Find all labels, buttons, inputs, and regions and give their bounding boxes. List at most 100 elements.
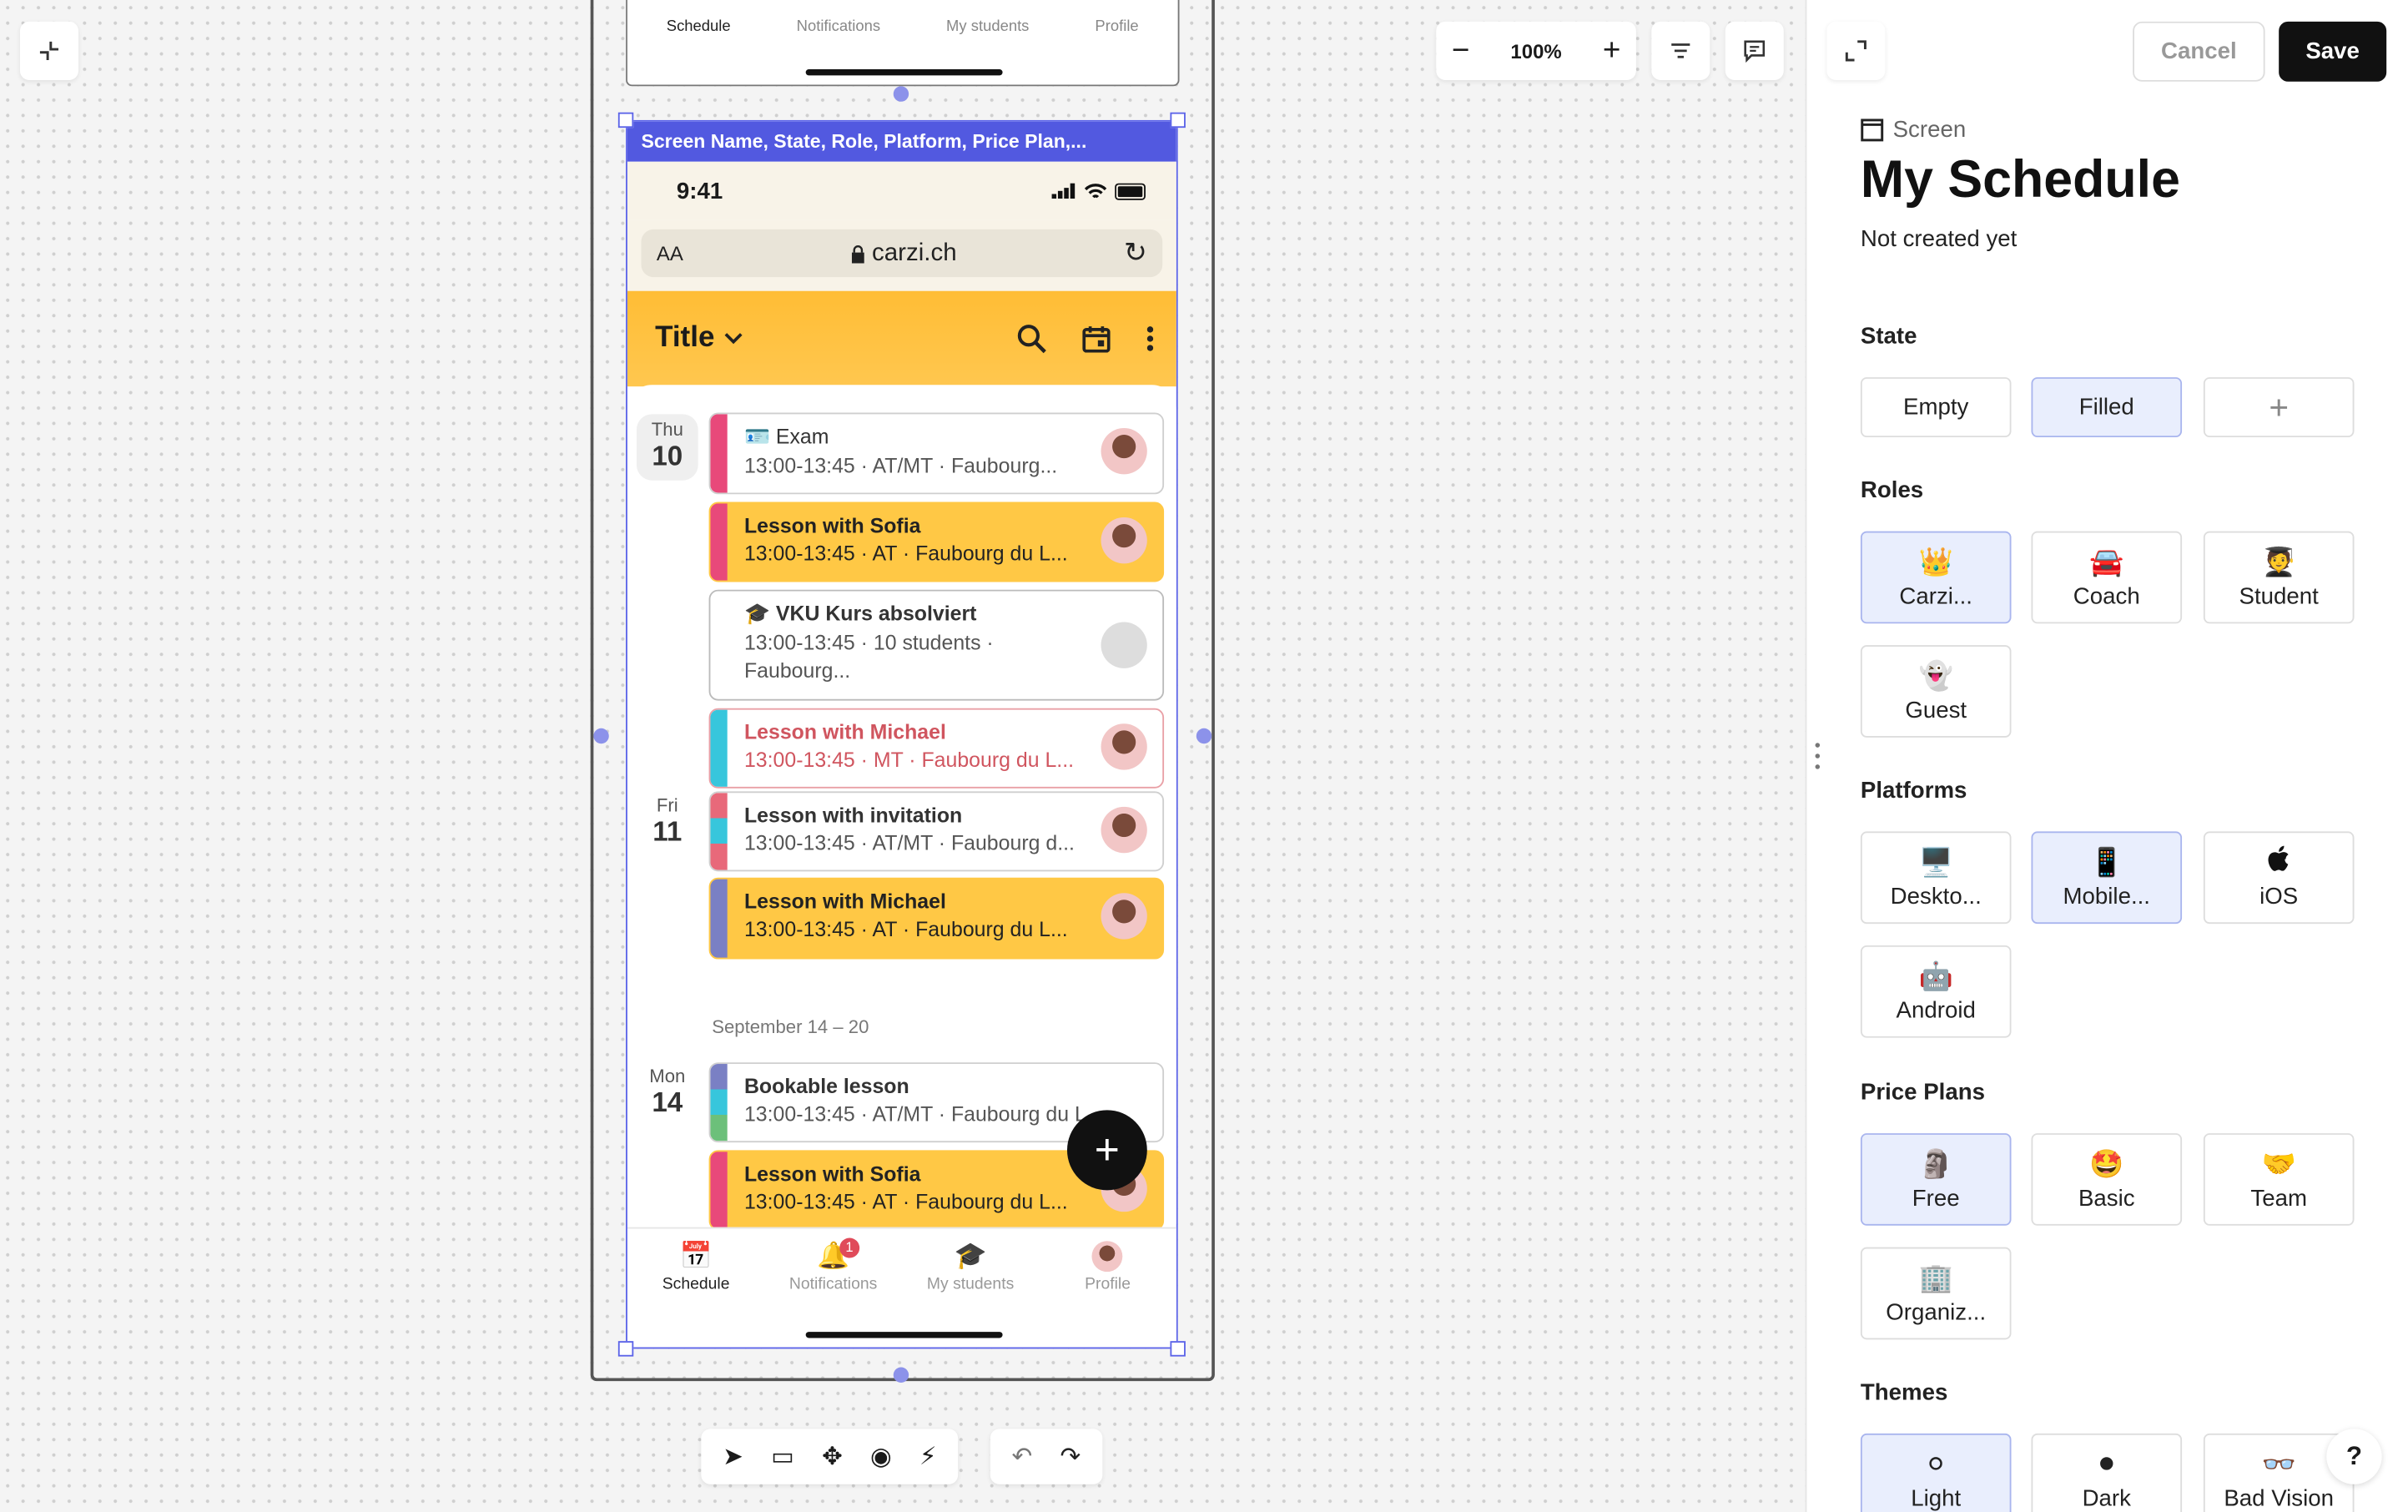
exam-icon: 🪪	[743, 425, 770, 448]
expand-icon[interactable]	[1826, 21, 1886, 80]
avatar	[1101, 806, 1147, 854]
student-icon: 🧑‍🎓	[2261, 546, 2296, 577]
state-tool-icon[interactable]: ◉	[870, 1441, 892, 1472]
theme-dark[interactable]: ⚫ Dark	[2031, 1433, 2183, 1512]
theme-light[interactable]: ⚪ Light	[1860, 1433, 2012, 1512]
plus-icon: +	[2269, 387, 2290, 426]
option-label: Basic	[2078, 1184, 2135, 1212]
resize-handle-tl[interactable]	[617, 112, 634, 129]
resize-handle-tr[interactable]	[1170, 112, 1186, 129]
redo-icon[interactable]: ↷	[1060, 1441, 1081, 1472]
option-label: Organiz...	[1886, 1298, 1987, 1325]
role-carzi[interactable]: 👑 Carzi...	[1860, 531, 2012, 624]
option-label: Free	[1912, 1184, 1960, 1212]
plan-free[interactable]: 🗿 Free	[1860, 1133, 2012, 1226]
day-weekday: Fri	[656, 794, 678, 816]
schedule-list[interactable]: Thu 10 Fri 11 Mon 14 🪪 Exam 13:00-13:45 …	[627, 385, 1176, 1231]
state-empty[interactable]: Empty	[1860, 377, 2012, 438]
day-thu-10[interactable]: Thu 10	[636, 414, 698, 481]
day-fri-11[interactable]: Fri 11	[637, 794, 698, 849]
desktop-icon: 🖥️	[1918, 845, 1953, 877]
save-button[interactable]: Save	[2279, 21, 2387, 82]
app-title: Title	[655, 321, 715, 355]
screen-title[interactable]: My Schedule	[1861, 151, 2180, 211]
zoom-level[interactable]: 100%	[1510, 39, 1561, 63]
status-bar: 9:41	[627, 161, 1176, 220]
graduation-cap-icon: 🎓	[954, 1241, 987, 1271]
tab-my-students[interactable]: 🎓 My students	[906, 1241, 1035, 1293]
tab-profile[interactable]: Profile	[1043, 1241, 1172, 1293]
event-subtitle: 13:00-13:45 · AT/MT · Faubourg...	[743, 454, 1058, 478]
collapse-icon[interactable]	[19, 21, 78, 80]
tab-schedule[interactable]: 📅 Schedule	[632, 1241, 761, 1293]
resize-handle-bl[interactable]	[617, 1341, 634, 1357]
event-card[interactable]: Lesson with Sofia 13:00-13:45 · AT · Fau…	[708, 501, 1165, 582]
add-state-button[interactable]: +	[2203, 377, 2355, 438]
avatar-placeholder	[1101, 622, 1147, 668]
event-title: Lesson with Michael	[743, 720, 946, 744]
screen-tool-icon[interactable]: ▭	[771, 1441, 794, 1472]
platform-desktop[interactable]: 🖥️ Deskto...	[1860, 831, 2012, 925]
add-event-button[interactable]: +	[1066, 1110, 1147, 1191]
tool-bar: ➤ ▭ ✥ ◉ ⚡	[701, 1429, 959, 1484]
filter-icon[interactable]	[1651, 21, 1710, 80]
themes-heading: Themes	[1860, 1379, 1948, 1406]
platform-ios[interactable]: iOS	[2203, 831, 2355, 925]
search-icon[interactable]	[1016, 323, 1047, 354]
reload-icon[interactable]: ↻	[1124, 237, 1147, 270]
avatar	[1101, 427, 1147, 475]
zoom-out-icon[interactable]: −	[1452, 33, 1470, 68]
role-student[interactable]: 🧑‍🎓 Student	[2203, 531, 2355, 624]
connection-point-top[interactable]	[893, 86, 909, 102]
item-type: Screen	[1861, 117, 1966, 144]
option-label: Coach	[2073, 582, 2140, 609]
role-coach[interactable]: 🚘 Coach	[2031, 531, 2183, 624]
connection-point-right[interactable]	[1196, 728, 1212, 744]
day-mon-14[interactable]: Mon 14	[637, 1066, 698, 1120]
event-card[interactable]: 🎓 VKU Kurs absolviert 13:00-13:45 · 10 s…	[708, 589, 1165, 701]
panel-resize-handle[interactable]	[1815, 742, 1821, 769]
comment-icon[interactable]	[1725, 21, 1784, 80]
event-card[interactable]: 🪪 Exam 13:00-13:45 · AT/MT · Faubourg...	[708, 412, 1165, 495]
url-bar[interactable]: AA carzi.ch ↻	[641, 229, 1163, 278]
more-vertical-icon[interactable]	[1146, 325, 1155, 352]
help-button[interactable]: ?	[2326, 1429, 2382, 1484]
event-card[interactable]: Lesson with Michael 13:00-13:45 · MT · F…	[708, 708, 1165, 789]
connection-point-bottom[interactable]	[893, 1367, 909, 1383]
resize-handle-br[interactable]	[1170, 1341, 1186, 1357]
graduation-cap-icon: 🎓	[743, 602, 770, 626]
connection-point-left[interactable]	[593, 728, 609, 744]
plan-organization[interactable]: 🏢 Organiz...	[1860, 1247, 2012, 1340]
event-card[interactable]: Lesson with invitation 13:00-13:45 · AT/…	[708, 791, 1165, 872]
screen-label[interactable]: Screen Name, State, Role, Platform, Pric…	[627, 121, 1176, 162]
status-time: 9:41	[676, 178, 723, 204]
option-label: iOS	[2259, 884, 2299, 910]
event-subtitle: 13:00-13:45 · MT · Faubourg du L...	[743, 748, 1075, 772]
avatar	[1101, 723, 1147, 770]
plan-team[interactable]: 🤝 Team	[2203, 1133, 2355, 1226]
event-card[interactable]: Lesson with Michael 13:00-13:45 · AT · F…	[708, 877, 1165, 960]
profile-avatar	[1092, 1241, 1124, 1275]
state-filled[interactable]: Filled	[2031, 377, 2183, 438]
platform-mobile[interactable]: 📱 Mobile...	[2031, 831, 2183, 925]
properties-panel: Cancel Save Screen My Schedule Not creat…	[1805, 0, 2408, 1512]
plan-basic[interactable]: 🤩 Basic	[2031, 1133, 2183, 1226]
undo-icon[interactable]: ↶	[1012, 1441, 1033, 1472]
zoom-in-icon[interactable]: +	[1603, 33, 1621, 68]
app-title-dropdown[interactable]: Title	[655, 322, 743, 356]
selected-screen[interactable]: Screen Name, State, Role, Platform, Pric…	[626, 119, 1178, 1349]
action-tool-icon[interactable]: ⚡	[919, 1441, 937, 1472]
role-guest[interactable]: 👻 Guest	[1860, 645, 2012, 738]
option-label: Light	[1911, 1484, 1962, 1512]
day-number: 14	[652, 1086, 683, 1118]
component-icon[interactable]: ✥	[822, 1441, 843, 1472]
event-title: VKU Kurs absolviert	[775, 602, 977, 626]
pointer-icon[interactable]: ➤	[723, 1441, 743, 1472]
platform-android[interactable]: 🤖 Android	[1860, 945, 2012, 1038]
text-size-icon[interactable]: AA	[657, 242, 683, 265]
option-label: Deskto...	[1890, 883, 1982, 910]
tab-notifications[interactable]: 🔔 1 Notifications	[768, 1237, 898, 1293]
design-canvas[interactable]: − 100% + Schedule Notifications My stude…	[0, 0, 1806, 1512]
calendar-icon[interactable]	[1081, 323, 1112, 354]
cancel-button[interactable]: Cancel	[2133, 21, 2265, 82]
